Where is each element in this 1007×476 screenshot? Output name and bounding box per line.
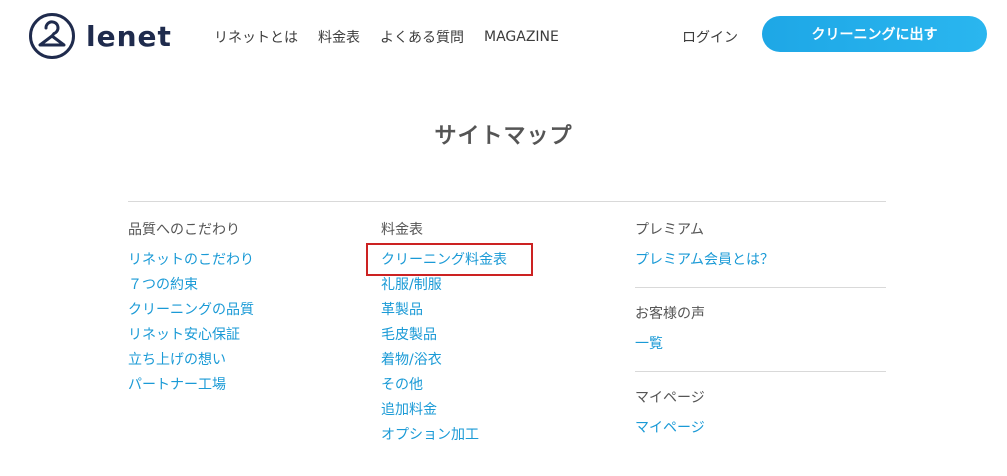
section-premium: プレミアム プレミアム会員とは？ <box>635 219 886 275</box>
link-fur[interactable]: 毛皮製品 <box>381 325 507 350</box>
section-title: お客様の声 <box>635 306 705 322</box>
link-other[interactable]: その他 <box>381 375 507 400</box>
link-lenet-kodawari[interactable]: リネットのこだわり <box>128 250 254 275</box>
brand-name: lenet <box>86 19 172 53</box>
section-voice: お客様の声 一覧 <box>635 303 886 359</box>
section-mypage: マイページ マイページ <box>635 387 886 443</box>
link-voice-list[interactable]: 一覧 <box>635 334 886 359</box>
link-kimono[interactable]: 着物/浴衣 <box>381 350 507 375</box>
link-mypage[interactable]: マイページ <box>635 418 886 443</box>
divider <box>128 201 886 202</box>
login-link[interactable]: ログイン <box>682 27 738 47</box>
divider <box>635 371 886 372</box>
nav-faq[interactable]: よくある質問 <box>380 27 464 47</box>
logo[interactable]: lenet <box>28 12 172 60</box>
link-seven-promises[interactable]: ７つの約束 <box>128 275 254 300</box>
divider <box>635 287 886 288</box>
link-partner-factory[interactable]: パートナー工場 <box>128 375 254 400</box>
section-right: プレミアム プレミアム会員とは？ お客様の声 一覧 マイページ マイページ <box>635 219 886 443</box>
link-formal-uniform[interactable]: 礼服/制服 <box>381 275 507 300</box>
link-cleaning-quality[interactable]: クリーニングの品質 <box>128 300 254 325</box>
page-title: サイトマップ <box>434 124 573 149</box>
site-header: lenet リネットとは 料金表 よくある質問 MAGAZINE ログイン クリ… <box>0 0 1007 72</box>
link-additional-fee[interactable]: 追加料金 <box>381 400 507 425</box>
link-founding-story[interactable]: 立ち上げの想い <box>128 350 254 375</box>
order-cleaning-button[interactable]: クリーニングに出す <box>762 16 987 52</box>
nav-price[interactable]: 料金表 <box>318 27 360 47</box>
link-option-processing[interactable]: オプション加工 <box>381 425 507 450</box>
section-title: プレミアム <box>635 222 705 238</box>
section-title: 品質へのこだわり <box>128 222 240 238</box>
main-nav: リネットとは 料金表 よくある質問 MAGAZINE <box>214 27 579 47</box>
link-guarantee[interactable]: リネット安心保証 <box>128 325 254 350</box>
section-quality: 品質へのこだわり リネットのこだわり ７つの約束 クリーニングの品質 リネット安… <box>128 219 254 400</box>
hanger-logo-icon <box>29 13 75 59</box>
nav-about[interactable]: リネットとは <box>214 27 298 47</box>
highlight-box <box>366 243 533 276</box>
link-leather[interactable]: 革製品 <box>381 300 507 325</box>
link-premium-member[interactable]: プレミアム会員とは？ <box>635 250 886 275</box>
section-title: マイページ <box>635 390 705 406</box>
section-title: 料金表 <box>381 222 423 238</box>
nav-magazine[interactable]: MAGAZINE <box>484 29 559 45</box>
